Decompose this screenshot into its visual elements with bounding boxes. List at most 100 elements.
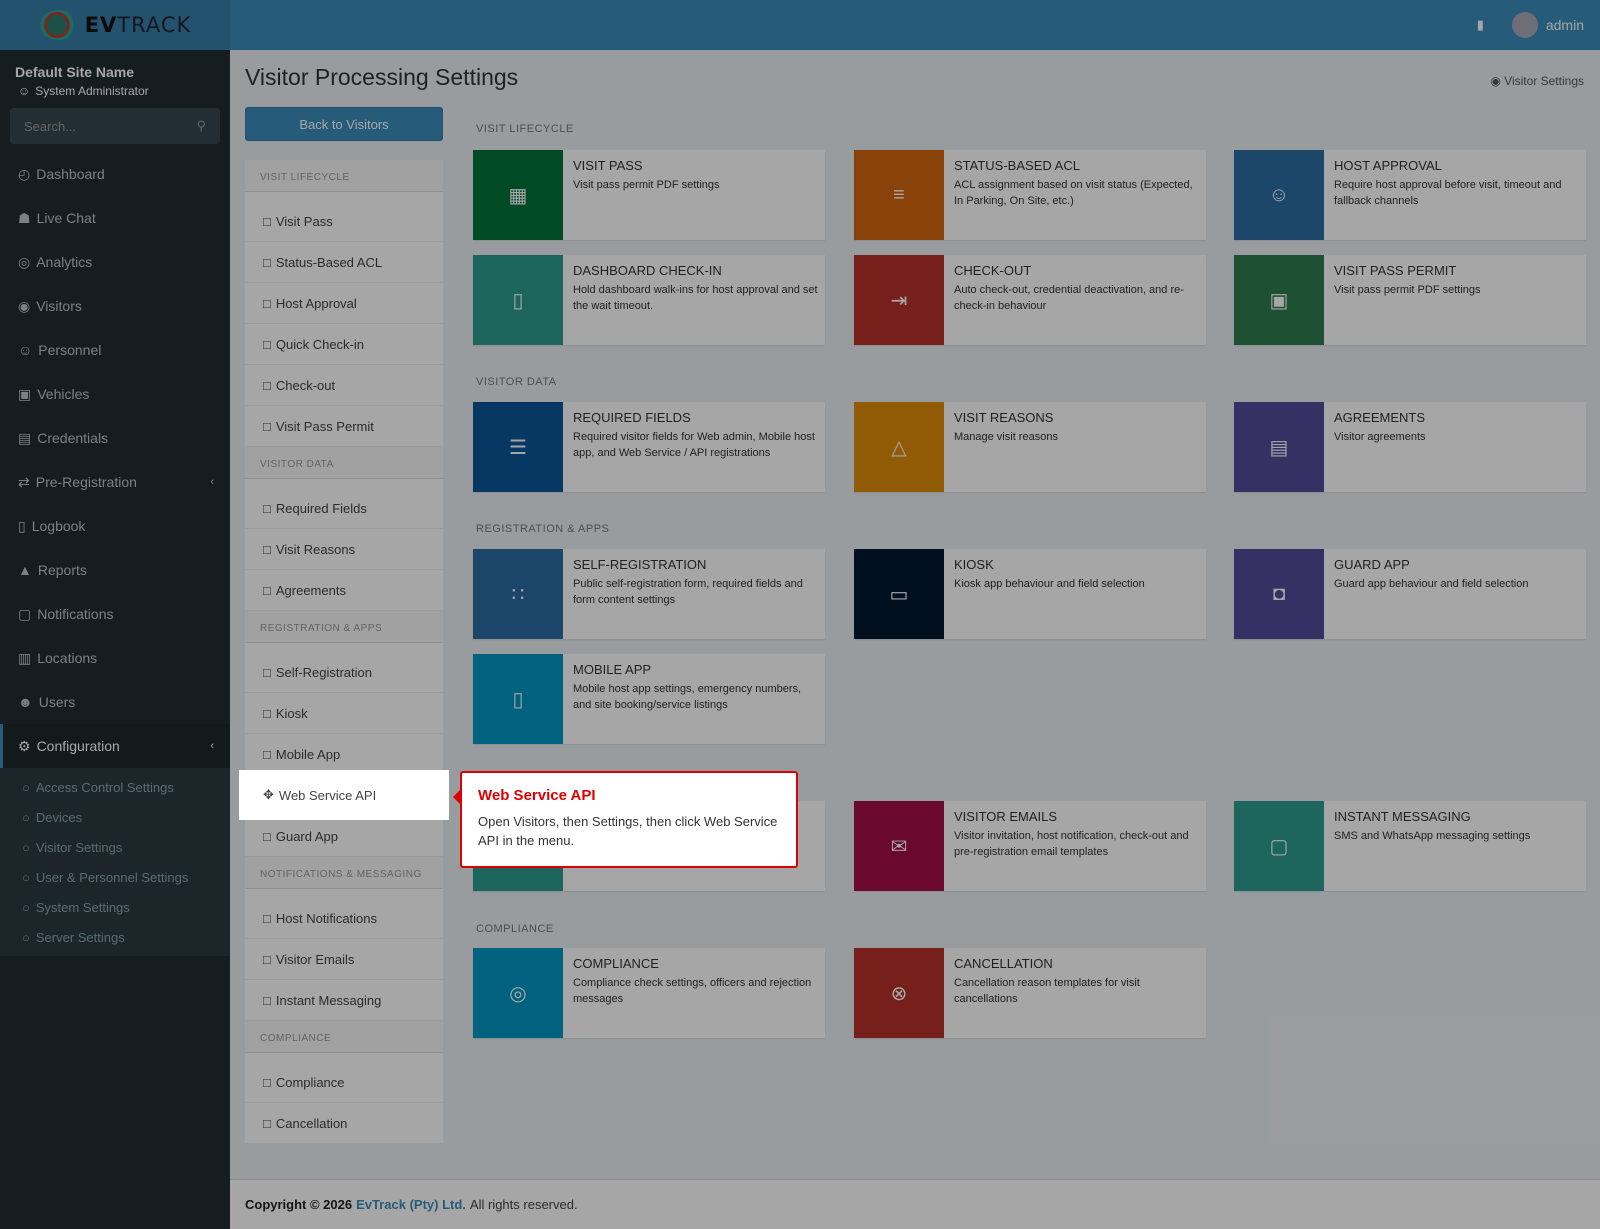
card-compliance[interactable]: ◎ COMPLIANCE Compliance check settings, of… (473, 948, 825, 1038)
menu-item-label: Visitor Emails (275, 951, 355, 967)
settings-menu-item-self-registration[interactable]: □ Self-Registration (245, 652, 443, 693)
sidebar-search[interactable]: Search... ⚲ (10, 108, 220, 144)
menu-item-icon: □ (263, 336, 271, 352)
submenu-icon: ○ (22, 809, 30, 825)
sidebar-item-personnel[interactable]: ☺ Personnel (0, 328, 230, 372)
settings-menu-item-cancellation[interactable]: □ Cancellation (245, 1103, 443, 1144)
card-mobile-app[interactable]: ▯ MOBILE APP Mobile host app settings, eme… (473, 654, 825, 744)
card-visit-reasons[interactable]: △ VISIT REASONS Manage visit reasons (854, 402, 1206, 492)
sidebar-item-credentials[interactable]: ▤ Credentials (0, 416, 230, 460)
sidebar-item-pre-registration[interactable]: ⇄ Pre-Registration ‹ (0, 460, 230, 504)
settings-menu-item-agreements[interactable]: □ Agreements (245, 570, 443, 611)
sidebar-item-notifications[interactable]: ▢ Notifications (0, 592, 230, 636)
settings-menu-item-visitor-emails[interactable]: □ Visitor Emails (245, 939, 443, 980)
company-link[interactable]: EvTrack (Pty) Ltd. (356, 1197, 466, 1212)
visit-pass-permit-icon: ▣ (1234, 255, 1324, 345)
submenu-item-user-personnel-settings[interactable]: ○ User & Personnel Settings (0, 862, 230, 892)
card-guard-app[interactable]: ◘ GUARD APP Guard app behaviour and field … (1234, 549, 1586, 639)
sidebar-item-analytics[interactable]: ◎ Analytics (0, 240, 230, 284)
settings-menu-item-quick-check-in[interactable]: □ Quick Check-in (245, 324, 443, 365)
submenu-item-system-settings[interactable]: ○ System Settings (0, 892, 230, 922)
card-visit-pass-permit[interactable]: ▣ VISIT PASS PERMIT Visit pass permit PDF … (1234, 255, 1586, 345)
settings-menu-item-status-based-acl[interactable]: □ Status-Based ACL (245, 242, 443, 283)
card-cancellation[interactable]: ⊗ CANCELLATION Cancellation reason templat… (854, 948, 1206, 1038)
settings-menu-item-check-out[interactable]: □ Check-out (245, 365, 443, 406)
settings-menu-item-mobile-app[interactable]: □ Mobile App (245, 734, 443, 775)
highlighted-web-service-api-item[interactable]: ✥ Web Service API (239, 770, 449, 820)
submenu-label: System Settings (35, 899, 130, 915)
guard-app-icon: ◘ (1234, 549, 1324, 639)
brand-logo[interactable]: EVTRACK (0, 0, 230, 50)
card-title: MOBILE APP (573, 662, 652, 677)
card-dashboard-checkin[interactable]: ▯ DASHBOARD CHECK-IN Hold dashboard walk-i… (473, 255, 825, 345)
settings-menu-item-required-fields[interactable]: □ Required Fields (245, 488, 443, 529)
card-title: VISITOR EMAILS (954, 809, 1058, 824)
card-agreements[interactable]: ▤ AGREEMENTS Visitor agreements (1234, 402, 1586, 492)
logo-text: EVTRACK (84, 13, 192, 37)
sidebar-item-reports[interactable]: ▲ Reports (0, 548, 230, 592)
submenu-item-visitor-settings[interactable]: ○ Visitor Settings (0, 832, 230, 862)
menu-item-label: Guard App (275, 828, 339, 844)
search-icon[interactable]: ⚲ (196, 118, 206, 134)
submenu-item-devices[interactable]: ○ Devices (0, 802, 230, 832)
card-description: Visitor invitation, host notification, c… (954, 830, 1189, 858)
headset-icon: ☗ (18, 209, 31, 226)
user-role: ☺ System Administrator (18, 84, 149, 98)
settings-menu-item-kiosk[interactable]: □ Kiosk (245, 693, 443, 734)
sidebar-item-dashboard[interactable]: ◴ Dashboard (0, 152, 230, 196)
card-self-registration[interactable]: ∷ SELF-REGISTRATION Public self-registrati… (473, 549, 825, 639)
sidebar-item-configuration[interactable]: ⚙ Configuration ‹ (0, 724, 230, 768)
sidebar-item-users[interactable]: ☻ Users (0, 680, 230, 724)
card-host-approval[interactable]: ☺ HOST APPROVAL Require host approval befo… (1234, 150, 1586, 240)
card-kiosk[interactable]: ▭ KIOSK Kiosk app behaviour and field sele… (854, 549, 1206, 639)
sidebar-item-label: Live Chat (36, 210, 96, 226)
card-title: DASHBOARD CHECK-IN (573, 263, 722, 278)
card-visitor-emails[interactable]: ✉ VISITOR EMAILS Visitor invitation, host … (854, 801, 1206, 891)
card-required-fields[interactable]: ☰ REQUIRED FIELDS Required visitor fields … (473, 402, 825, 492)
sidebar-item-label: Logbook (31, 518, 86, 534)
sidebar-item-logbook[interactable]: ▯ Logbook (0, 504, 230, 548)
card-description: Visit pass permit PDF settings (573, 179, 720, 191)
section-visit-lifecycle: VISIT LIFECYCLE (476, 123, 574, 135)
mobile-app-icon: ▯ (473, 654, 563, 744)
sidebar-item-label: Users (38, 694, 76, 710)
users-icon: ☻ (18, 694, 33, 710)
settings-menu-item-instant-messaging[interactable]: □ Instant Messaging (245, 980, 443, 1021)
menu-item-label: Visit Pass Permit (275, 418, 374, 434)
settings-menu-item-visit-pass-permit[interactable]: □ Visit Pass Permit (245, 406, 443, 447)
back-to-visitors-button[interactable]: Back to Visitors (245, 107, 443, 141)
settings-menu-item-guard-app[interactable]: □ Guard App (245, 816, 443, 857)
sidebar-item-visitors[interactable]: ◉ Visitors (0, 284, 230, 328)
door-icon[interactable]: ▮ (1477, 17, 1484, 33)
submenu-item-server-settings[interactable]: ○ Server Settings (0, 922, 230, 952)
submenu-item-access-control-settings[interactable]: ○ Access Control Settings (0, 772, 230, 802)
cancellation-icon: ⊗ (854, 948, 944, 1038)
menu-item-label: Instant Messaging (275, 992, 382, 1008)
card-title: CHECK-OUT (954, 263, 1032, 278)
settings-menu-item-visit-pass[interactable]: □ Visit Pass (245, 201, 443, 242)
tooltip-text: Open Visitors, then Settings, then click… (478, 814, 778, 848)
settings-menu-item-compliance[interactable]: □ Compliance (245, 1062, 443, 1103)
settings-menu-item-visit-reasons[interactable]: □ Visit Reasons (245, 529, 443, 570)
card-description: Auto check-out, credential deactivation,… (954, 284, 1184, 312)
menu-item-icon: □ (263, 254, 271, 270)
status-acl-icon: ≡ (854, 150, 944, 240)
sidebar-item-locations[interactable]: ▥ Locations (0, 636, 230, 680)
sidebar-item-label: Notifications (37, 606, 114, 622)
settings-menu-item-host-approval[interactable]: □ Host Approval (245, 283, 443, 324)
submenu-icon: ○ (22, 869, 30, 885)
card-visit-pass[interactable]: ▦ VISIT PASS Visit pass permit PDF setting… (473, 150, 825, 240)
sidebar-item-vehicles[interactable]: ▣ Vehicles (0, 372, 230, 416)
card-instant-messaging[interactable]: ▢ INSTANT MESSAGING SMS and WhatsApp messa… (1234, 801, 1586, 891)
menu-item-label: Host Approval (275, 295, 357, 311)
tooltip-title: Web Service API (478, 787, 596, 804)
card-checkout[interactable]: ⇥ CHECK-OUT Auto check-out, credential dea… (854, 255, 1206, 345)
settings-menu-item-host-notifications[interactable]: □ Host Notifications (245, 898, 443, 939)
user-menu[interactable]: admin (1511, 12, 1584, 38)
footer: Copyright © 2026 EvTrack (Pty) Ltd. All ri… (230, 1179, 1600, 1229)
breadcrumb[interactable]: ◉ Visitor Settings (1490, 74, 1584, 88)
card-description: Kiosk app behaviour and field selection (954, 578, 1145, 590)
sidebar-item-label: Visitors (36, 298, 82, 314)
sidebar-item-live-chat[interactable]: ☗ Live Chat (0, 196, 230, 240)
card-status-acl[interactable]: ≡ STATUS-BASED ACL ACL assignment based on… (854, 150, 1206, 240)
